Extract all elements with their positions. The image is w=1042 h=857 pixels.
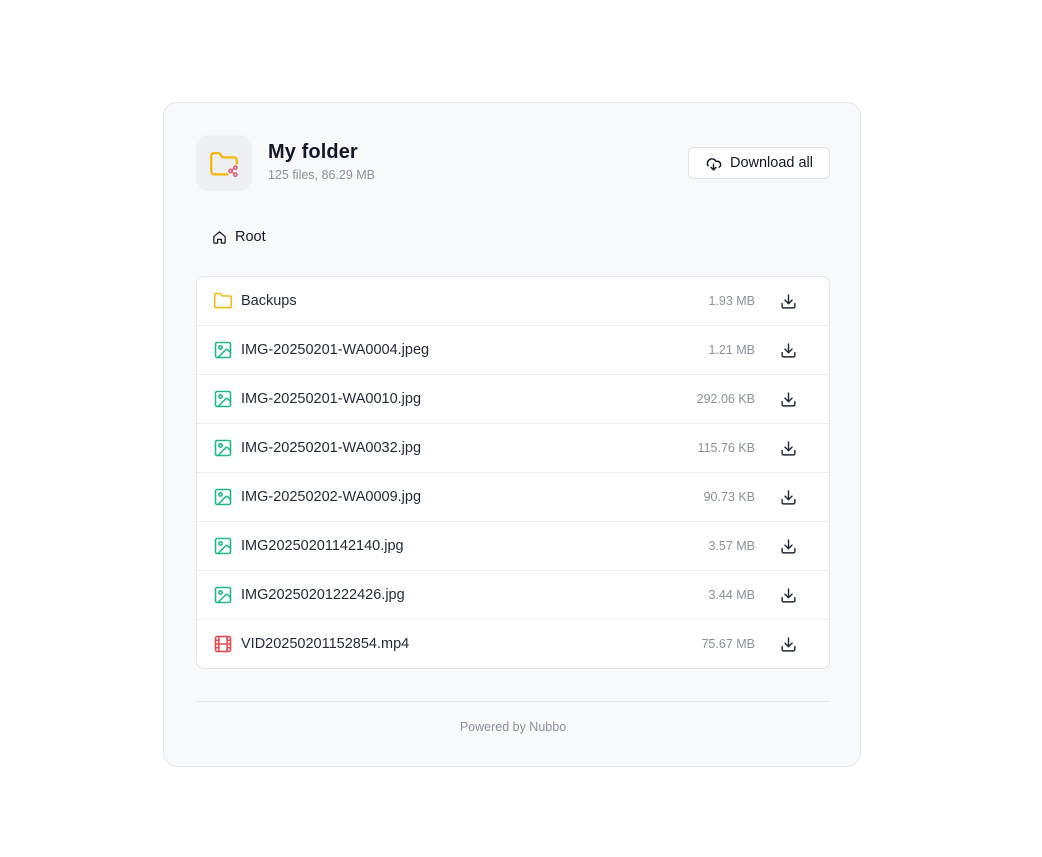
file-name: IMG20250201222426.jpg xyxy=(241,587,405,603)
file-size: 75.67 MB xyxy=(701,637,755,651)
list-item[interactable]: VID20250201152854.mp4 75.67 MB xyxy=(197,620,829,668)
list-item[interactable]: IMG-20250201-WA0032.jpg 115.76 KB xyxy=(197,424,829,473)
file-size: 3.57 MB xyxy=(708,539,755,553)
download-all-label: Download all xyxy=(729,155,813,171)
list-item[interactable]: Backups 1.93 MB xyxy=(197,277,829,326)
list-item[interactable]: IMG-20250201-WA0010.jpg 292.06 KB xyxy=(197,375,829,424)
image-icon xyxy=(213,487,233,507)
file-name: Backups xyxy=(241,293,297,309)
folder-icon xyxy=(213,291,233,311)
shared-folder-card: My folder 125 files, 86.29 MB Download a… xyxy=(163,102,861,767)
file-size: 115.76 KB xyxy=(697,441,755,455)
page-title: My folder xyxy=(268,141,358,163)
powered-by-footer: Powered by Nubbo xyxy=(459,720,567,734)
breadcrumb-root[interactable]: Root xyxy=(235,229,266,245)
download-icon[interactable] xyxy=(779,439,797,457)
file-name: IMG-20250202-WA0009.jpg xyxy=(241,489,422,505)
file-list: Backups 1.93 MB IMG-20250201-WA0004.jpeg… xyxy=(196,276,830,669)
download-icon[interactable] xyxy=(779,341,797,359)
file-size: 1.93 MB xyxy=(708,294,755,308)
file-name: IMG-20250201-WA0004.jpeg xyxy=(241,342,430,358)
list-item[interactable]: IMG-20250201-WA0004.jpeg 1.21 MB xyxy=(197,326,829,375)
download-icon[interactable] xyxy=(779,537,797,555)
footer-divider xyxy=(196,701,830,702)
file-size: 1.21 MB xyxy=(708,343,755,357)
file-name: IMG20250201142140.jpg xyxy=(241,538,404,554)
file-size: 3.44 MB xyxy=(708,588,755,602)
list-item[interactable]: IMG20250201142140.jpg 3.57 MB xyxy=(197,522,829,571)
download-icon[interactable] xyxy=(779,390,797,408)
download-icon[interactable] xyxy=(779,292,797,310)
download-icon[interactable] xyxy=(779,635,797,653)
shared-folder-icon xyxy=(196,135,252,191)
breadcrumb: Root xyxy=(212,229,266,245)
image-icon xyxy=(213,536,233,556)
folder-summary: 125 files, 86.29 MB xyxy=(268,168,376,182)
file-size: 90.73 KB xyxy=(703,490,755,504)
file-name: IMG-20250201-WA0032.jpg xyxy=(241,440,422,456)
download-all-button[interactable]: Download all xyxy=(687,147,830,179)
file-name: VID20250201152854.mp4 xyxy=(241,636,410,652)
download-icon[interactable] xyxy=(779,488,797,506)
list-item[interactable]: IMG20250201222426.jpg 3.44 MB xyxy=(197,571,829,620)
image-icon xyxy=(213,340,233,360)
home-icon xyxy=(212,230,227,245)
image-icon xyxy=(213,585,233,605)
image-icon xyxy=(213,389,233,409)
cloud-download-icon xyxy=(705,155,722,172)
file-name: IMG-20250201-WA0010.jpg xyxy=(241,391,422,407)
film-icon xyxy=(213,634,233,654)
list-item[interactable]: IMG-20250202-WA0009.jpg 90.73 KB xyxy=(197,473,829,522)
download-icon[interactable] xyxy=(779,586,797,604)
file-size: 292.06 KB xyxy=(696,392,755,406)
image-icon xyxy=(213,438,233,458)
folder-header: My folder 125 files, 86.29 MB Download a… xyxy=(196,135,830,191)
